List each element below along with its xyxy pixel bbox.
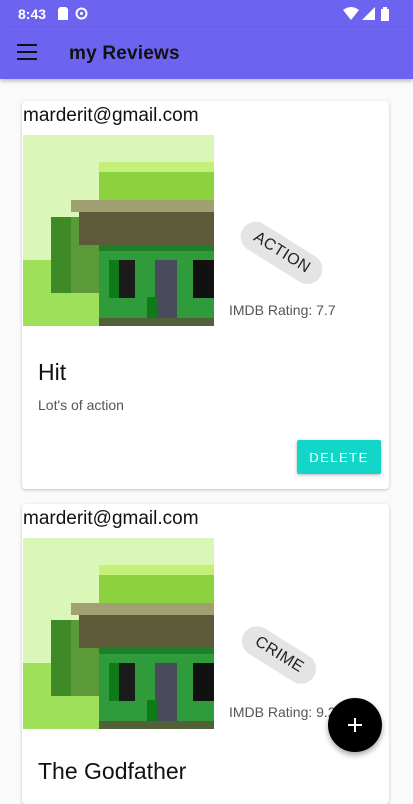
movie-thumbnail xyxy=(23,538,214,729)
reviewer-email: marderit@gmail.com xyxy=(23,508,199,529)
movie-title: Hit xyxy=(38,359,67,385)
genre-badge: ACTION xyxy=(234,216,329,290)
signal-icon xyxy=(362,7,375,20)
add-review-button[interactable] xyxy=(328,698,382,752)
movie-title: The Godfather xyxy=(38,758,187,784)
reviewer-email: marderit@gmail.com xyxy=(23,105,199,126)
genre-badge: CRIME xyxy=(236,620,322,690)
app-bar: my Reviews xyxy=(0,28,413,79)
movie-thumbnail xyxy=(23,135,214,326)
review-card: marderit@gmail.com ACTION IMDB Rating: 7… xyxy=(22,101,389,489)
wifi-icon xyxy=(343,7,359,20)
page-title: my Reviews xyxy=(69,43,180,64)
battery-icon xyxy=(381,7,389,21)
menu-icon[interactable] xyxy=(17,44,37,60)
sd-card-icon xyxy=(58,7,68,20)
imdb-rating: IMDB Rating: 7.7 xyxy=(229,302,336,318)
review-description: Lot's of action xyxy=(38,397,124,413)
imdb-rating: IMDB Rating: 9.2 xyxy=(229,704,336,720)
delete-button[interactable]: DELETE xyxy=(297,440,381,474)
status-time: 8:43 xyxy=(18,6,47,22)
sync-icon xyxy=(75,7,88,20)
status-bar: 8:43 xyxy=(0,0,413,28)
review-card: marderit@gmail.com CRIME IMDB Rating: 9.… xyxy=(22,504,389,804)
